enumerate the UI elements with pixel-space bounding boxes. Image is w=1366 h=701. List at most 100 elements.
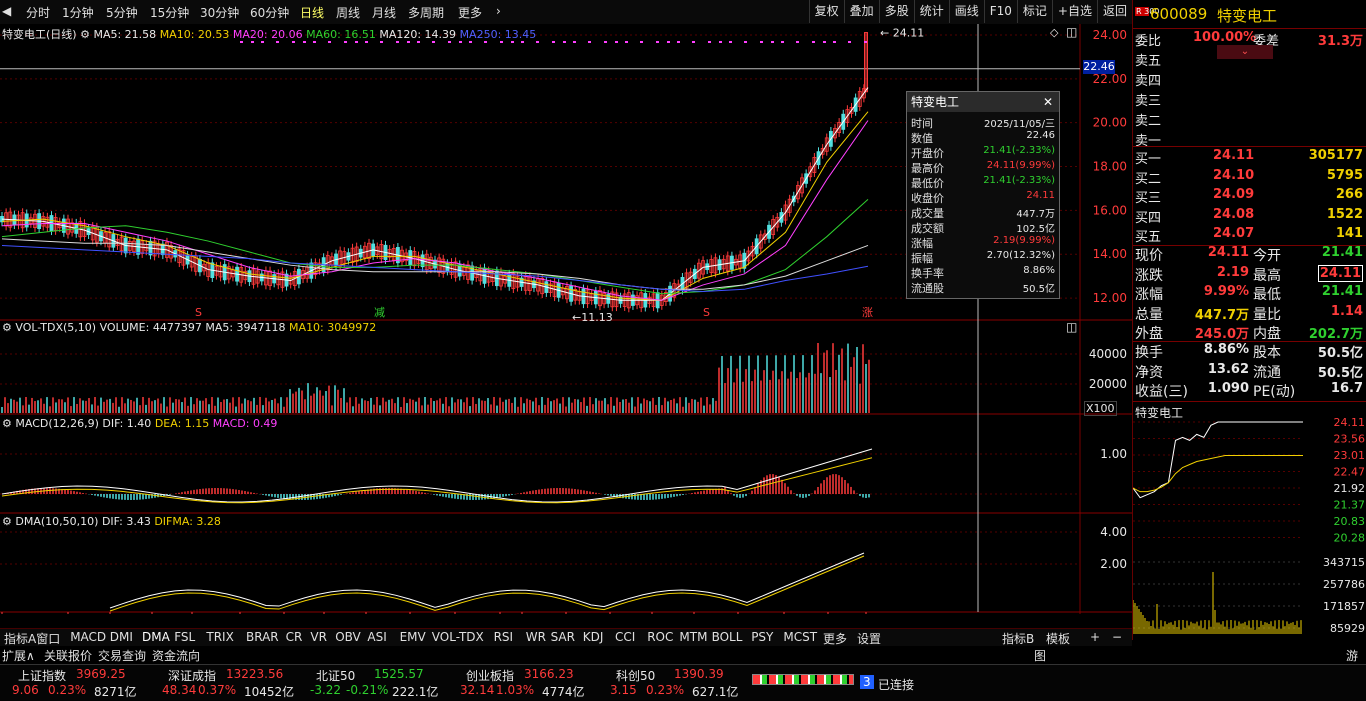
indicator-tab-5[interactable]: FSL: [174, 630, 195, 644]
period-tab-6[interactable]: 日线: [300, 4, 324, 21]
macd-dif-label: DIF: 1.40: [102, 417, 152, 430]
indicator-tab-11[interactable]: ASI: [367, 630, 386, 644]
indicator-tab-3[interactable]: DMI: [110, 630, 133, 644]
more-chevron-icon[interactable]: ›: [496, 4, 501, 18]
indicator-tab-2[interactable]: MACD: [70, 630, 106, 644]
mini-price-tick: 22.47: [1334, 466, 1366, 479]
diamond-icon[interactable]: ◇: [1050, 26, 1058, 39]
indicator-tab-22[interactable]: PSY: [751, 630, 773, 644]
tooltip-row: 涨幅 2.19(9.99%): [907, 235, 1059, 250]
indicator-tab-25[interactable]: 设置: [857, 630, 881, 647]
indicator-tab-15[interactable]: WR: [526, 630, 546, 644]
vol-settings-icon[interactable]: ⚙: [2, 321, 12, 334]
indicator-tab-8[interactable]: CR: [286, 630, 303, 644]
tooltip-row: 开盘价 21.41(-2.33%): [907, 145, 1059, 160]
period-tab-3[interactable]: 15分钟: [150, 4, 189, 21]
vol-window-toggle-icon[interactable]: ◫: [1066, 320, 1077, 334]
period-tab-9[interactable]: 多周期: [408, 4, 444, 21]
indicator-tab-17[interactable]: KDJ: [583, 630, 604, 644]
index-name[interactable]: 深证成指: [168, 667, 216, 684]
indicator-tab-18[interactable]: CCI: [615, 630, 635, 644]
stat-value: 24.11: [1207, 245, 1249, 260]
stat-value: 245.0万: [1194, 327, 1249, 342]
ext-tab-right-0[interactable]: 图: [1034, 647, 1046, 664]
period-tab-7[interactable]: 周线: [336, 4, 360, 21]
tool-button-1[interactable]: 叠加: [843, 0, 879, 23]
ext-tab-0[interactable]: 扩展∧: [2, 647, 35, 664]
market-breadth-bar: [752, 674, 854, 685]
period-tab-5[interactable]: 60分钟: [250, 4, 289, 21]
tool-button-4[interactable]: 画线: [948, 0, 984, 23]
index-name[interactable]: 北证50: [316, 667, 355, 684]
period-tab-4[interactable]: 30分钟: [200, 4, 239, 21]
indicator-tab-24[interactable]: 更多: [823, 630, 847, 647]
tool-button-5[interactable]: F10: [983, 0, 1017, 23]
indicator-tab-14[interactable]: RSI: [494, 630, 514, 644]
trade-marker[interactable]: S: [703, 306, 710, 319]
indicator-tab-1[interactable]: 窗口: [36, 630, 60, 647]
trade-marker[interactable]: S: [195, 306, 202, 319]
indicator-tab-6[interactable]: TRIX: [206, 630, 233, 644]
indicator-tab-0[interactable]: 指标A: [4, 630, 36, 647]
tool-button-3[interactable]: 统计: [913, 0, 949, 23]
fund-label: 收益(三): [1135, 384, 1188, 400]
indicator-tab-13[interactable]: VOL-TDX: [432, 630, 484, 644]
dma-settings-icon[interactable]: ⚙: [2, 515, 12, 528]
indicator-tab-19[interactable]: ROC: [647, 630, 673, 644]
indicator-tab-23[interactable]: MCST: [783, 630, 817, 644]
period-tab-8[interactable]: 月线: [372, 4, 396, 21]
trade-marker[interactable]: 减: [374, 306, 385, 319]
indicator-tab-12[interactable]: EMV: [400, 630, 426, 644]
ext-tab-3[interactable]: 资金流向: [152, 647, 200, 664]
stat-label: 最高: [1253, 267, 1281, 284]
buy-row: 买二 24.10 5795: [1133, 167, 1366, 187]
toolbar-arrow-icon[interactable]: ◀: [2, 4, 11, 18]
tab-right-3[interactable]: −: [1112, 630, 1122, 644]
tool-button-2[interactable]: 多股: [878, 0, 914, 23]
ext-tab-1[interactable]: 关联报价: [44, 647, 92, 664]
period-tab-10[interactable]: 更多: [458, 4, 482, 21]
signal-dot: [833, 41, 836, 43]
index-name[interactable]: 科创50: [616, 667, 655, 684]
tool-button-0[interactable]: 复权: [808, 0, 844, 23]
mini-price-tick: 20.83: [1334, 515, 1366, 528]
period-tab-1[interactable]: 1分钟: [62, 4, 94, 21]
tooltip-value: 24.11(9.99%): [986, 160, 1055, 171]
tooltip-key: 换手率: [911, 267, 944, 280]
tool-button-8[interactable]: 返回: [1096, 0, 1132, 23]
tooltip-key: 流通股: [911, 282, 944, 295]
stat-value: 9.99%: [1203, 284, 1249, 299]
trade-marker[interactable]: 涨: [862, 306, 873, 319]
tooltip-value: 2025/11/05/三: [983, 119, 1055, 130]
ma20-label: MA20: 20.06: [232, 28, 303, 41]
tab-right-2[interactable]: +: [1090, 630, 1100, 644]
intraday-mini-chart[interactable]: 24.11 23.56 23.01 22.47 21.92 21.37 20.83 20.28…: [1133, 418, 1366, 640]
indicator-tab-21[interactable]: BOLL: [712, 630, 743, 644]
connection-status[interactable]: 已连接: [878, 676, 914, 693]
indicator-tab-4[interactable]: DMA: [142, 630, 170, 644]
macd-settings-icon[interactable]: ⚙: [2, 417, 12, 430]
indicator-tab-10[interactable]: OBV: [335, 630, 361, 644]
tab-right-0[interactable]: 指标B: [1002, 630, 1034, 647]
tool-button-7[interactable]: +自选: [1051, 0, 1097, 23]
ext-tab-right-1[interactable]: 游: [1346, 647, 1358, 664]
tooltip-close-icon[interactable]: ✕: [1043, 92, 1053, 112]
price-tick: 14.00: [1093, 247, 1127, 261]
indicator-tab-7[interactable]: BRAR: [246, 630, 279, 644]
indicator-tab-16[interactable]: SAR: [551, 630, 575, 644]
period-tab-0[interactable]: 分时: [26, 4, 50, 21]
indicator-tab-9[interactable]: VR: [310, 630, 327, 644]
indicator-tab-20[interactable]: MTM: [679, 630, 707, 644]
window-toggle-icon[interactable]: ◫: [1066, 25, 1077, 39]
tool-button-6[interactable]: 标记: [1016, 0, 1052, 23]
signal-dot: [563, 41, 566, 43]
index-name[interactable]: 上证指数: [18, 667, 66, 684]
settings-icon[interactable]: ⚙: [80, 28, 90, 41]
period-tab-2[interactable]: 5分钟: [106, 4, 138, 21]
index-name[interactable]: 创业板指: [466, 667, 514, 684]
extension-tabs: 扩展∧ 关联报价 交易查询 资金流向 图 游: [0, 646, 1366, 664]
price-tick: 12.00: [1093, 291, 1127, 305]
ext-tab-2[interactable]: 交易查询: [98, 647, 146, 664]
tooltip-value: 21.41(-2.33%): [983, 175, 1055, 186]
tab-right-1[interactable]: 模板: [1046, 630, 1070, 647]
